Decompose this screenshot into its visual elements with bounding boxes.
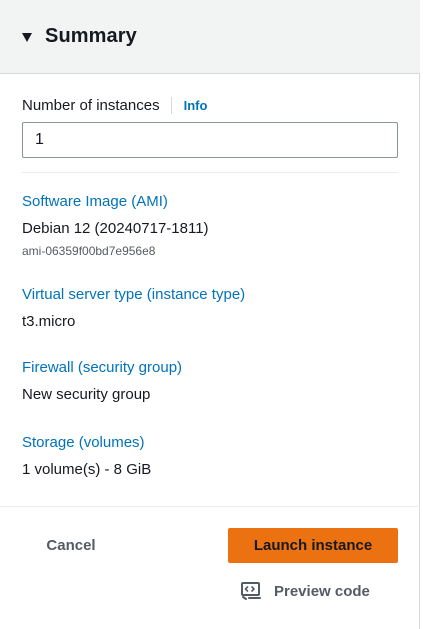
software-image-value: Debian 12 (20240717-1811): [22, 220, 209, 237]
cancel-button[interactable]: Cancel: [22, 528, 120, 563]
firewall-value: New security group: [22, 386, 151, 403]
code-preview-icon: [240, 581, 262, 601]
info-link[interactable]: Info: [184, 98, 208, 113]
number-of-instances-input[interactable]: [22, 122, 398, 158]
storage-link[interactable]: Storage (volumes): [22, 434, 145, 451]
preview-code-button[interactable]: Preview code: [240, 576, 370, 606]
label-separator: [170, 96, 172, 114]
launch-instance-button[interactable]: Launch instance: [228, 528, 398, 563]
ami-id: ami-06359f00bd7e956e8: [22, 244, 156, 258]
divider: [22, 172, 398, 173]
instance-type-link[interactable]: Virtual server type (instance type): [22, 286, 245, 303]
caret-down-icon[interactable]: [22, 32, 32, 42]
software-image-link[interactable]: Software Image (AMI): [22, 193, 168, 210]
summary-title: Summary: [45, 25, 137, 47]
firewall-link[interactable]: Firewall (security group): [22, 359, 182, 376]
summary-header[interactable]: Summary: [0, 0, 420, 74]
number-of-instances-label: Number of instances: [22, 96, 160, 114]
footer-divider: [0, 506, 420, 507]
storage-value: 1 volume(s) - 8 GiB: [22, 461, 152, 478]
number-of-instances-label-row: Number of instances Info: [22, 95, 207, 115]
preview-code-label: Preview code: [274, 582, 370, 600]
summary-panel: Summary Number of instances Info Softwar…: [0, 0, 420, 629]
instance-type-value: t3.micro: [22, 313, 76, 330]
